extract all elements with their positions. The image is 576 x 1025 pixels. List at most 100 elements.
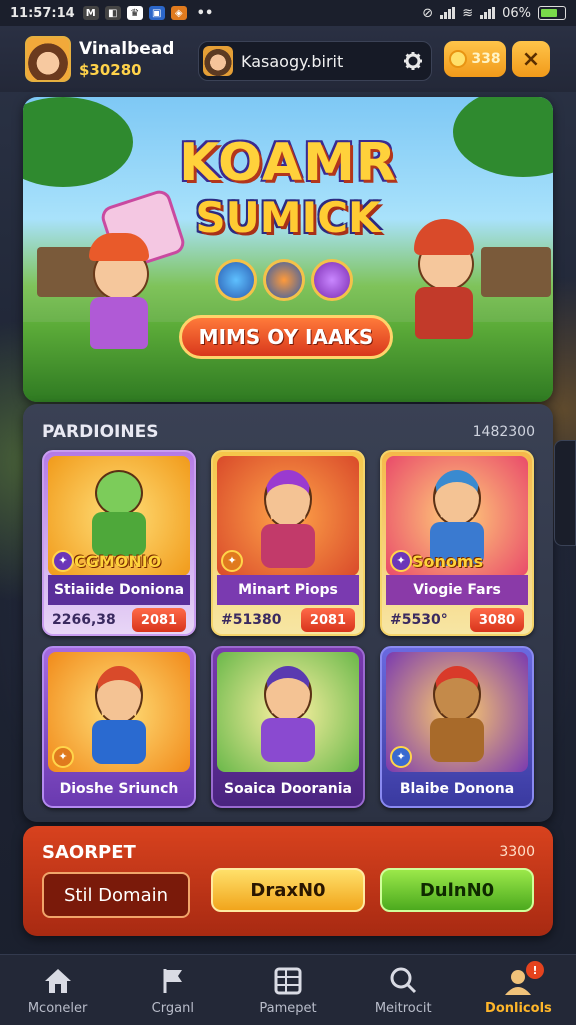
character-body	[92, 512, 146, 556]
character-card[interactable]: ✦ Dioshe Sriunch	[42, 646, 196, 808]
nav-item-profile[interactable]: ! Donlicols	[461, 955, 576, 1025]
character-figure	[256, 470, 320, 568]
signal-icon	[480, 7, 496, 19]
flag-icon	[163, 968, 182, 993]
more-icon: ••	[196, 5, 214, 21]
globe-icon	[311, 259, 353, 301]
nav-label: Meitrocit	[374, 1000, 432, 1016]
hut	[481, 247, 551, 297]
character-head	[95, 666, 143, 724]
character-body	[430, 718, 484, 762]
coin-button[interactable]: 338	[444, 41, 506, 77]
card-price: 2266,38	[52, 612, 116, 628]
domain-input[interactable]: Stil Domain	[42, 872, 190, 918]
orb-row	[215, 259, 353, 301]
character-body	[261, 718, 315, 762]
nav-label: Donlicols	[485, 1000, 552, 1016]
nav-label: Mconeler	[27, 1000, 88, 1016]
coin-button-label: 338	[471, 51, 501, 67]
gear-icon[interactable]	[403, 51, 423, 71]
card-price: #5530°	[390, 612, 448, 628]
card-badge-title: Sonoms	[412, 552, 484, 571]
character-figure	[87, 666, 151, 764]
yellow-action-button[interactable]: DraxN0	[211, 868, 365, 912]
character-right	[414, 219, 474, 339]
coin-icon	[449, 50, 468, 68]
battery-icon	[538, 6, 566, 20]
nav-label: Pamepet	[259, 1000, 317, 1016]
nav-item-organize[interactable]: Crganl	[115, 955, 230, 1025]
collection-value: 1482300	[472, 424, 535, 440]
buy-button[interactable]: 2081	[132, 608, 186, 632]
character-body	[261, 524, 315, 568]
card-price: #51380	[221, 612, 282, 628]
notification-icon: ♛	[126, 6, 143, 20]
close-button[interactable]: ×	[512, 41, 550, 77]
notification-icon: ◧	[104, 6, 121, 20]
user-info: Vinalbead $30280	[79, 39, 174, 79]
card-art: ✦	[48, 652, 190, 772]
character-body	[90, 297, 148, 349]
collection-panel: PARDIOINES 1482300 ✦ CGMONIO Stiaiide Do…	[23, 404, 553, 822]
search-icon	[390, 967, 417, 993]
banner-cta-button[interactable]: MIMS OY IAAKS	[179, 315, 393, 359]
card-name: Blaibe Donona	[399, 781, 515, 797]
avatar[interactable]	[25, 36, 71, 82]
card-art: ✦ CGMONIO	[48, 456, 190, 576]
username: Vinalbead	[79, 39, 175, 59]
green-action-button[interactable]: DulnN0	[380, 868, 534, 912]
buy-button[interactable]: 2081	[301, 608, 355, 632]
nav-item-search[interactable]: Meitrocit	[346, 955, 461, 1025]
card-art	[217, 652, 359, 772]
shop-title: SAORPET	[42, 842, 136, 863]
character-card[interactable]: ✦ Blaibe Donona	[380, 646, 534, 808]
banner-title: KOAMR	[179, 133, 397, 193]
character-head	[95, 470, 143, 516]
character-card[interactable]: ✦ Sonoms Viogie Fars #5530° 3080	[380, 450, 534, 636]
promo-banner[interactable]: KOAMR SUMICK MIMS OY IAAKS	[23, 97, 553, 402]
status-bar: 11:57:14 M ◧ ♛ ▣ ◈ •• ⊘ ≋ 06%	[0, 0, 576, 26]
notification-icon: ◈	[170, 6, 187, 20]
nav-item-home[interactable]: Mconeler	[0, 955, 115, 1025]
nav-item-grid[interactable]: Pamepet	[230, 955, 345, 1025]
card-name: Stiaiide Doniona	[48, 575, 190, 605]
character-head	[264, 666, 312, 722]
character-head	[433, 470, 481, 526]
character-figure	[87, 470, 151, 556]
buy-button[interactable]: 3080	[470, 608, 524, 632]
card-name: Dioshe Sriunch	[59, 781, 179, 797]
bottom-nav: Mconeler Crganl Pamepet Meitrocit ! Donl…	[0, 954, 576, 1025]
globe-icon	[263, 259, 305, 301]
wifi-icon: ≋	[462, 5, 474, 21]
badge-icon: ✦	[221, 550, 243, 572]
battery-percent: 06%	[502, 5, 531, 21]
signal-icon	[440, 7, 456, 19]
card-name: Minart Piops	[217, 575, 359, 605]
character-body	[415, 287, 473, 339]
search-avatar	[203, 46, 233, 76]
badge-icon: ✦	[52, 550, 74, 572]
character-card[interactable]: ✦ Minart Piops #51380 2081	[211, 450, 365, 636]
search-bar[interactable]: Kasaogy.birit	[198, 41, 432, 81]
character-head	[264, 470, 312, 528]
coin-balance: $30280	[79, 61, 142, 79]
close-icon: ×	[521, 46, 541, 72]
search-text: Kasaogy.birit	[241, 51, 344, 71]
badge-icon: ✦	[52, 746, 74, 768]
top-header: Vinalbead $30280 Kasaogy.birit 338 ×	[0, 26, 576, 92]
notification-icon: ▣	[148, 6, 165, 20]
alarm-icon: ⊘	[422, 5, 434, 21]
character-figure	[256, 666, 320, 762]
character-card[interactable]: Soaica Doorania	[211, 646, 365, 808]
badge-icon: ✦	[390, 746, 412, 768]
shop-panel: SAORPET 3300 Stil Domain DraxN0 DulnN0	[23, 826, 553, 936]
shop-value: 3300	[499, 844, 535, 860]
card-name: Soaica Doorania	[224, 781, 352, 797]
collection-title: PARDIOINES	[42, 422, 159, 442]
side-drawer-handle[interactable]	[554, 440, 576, 546]
hat	[89, 233, 149, 261]
card-badge-title: CGMONIO	[74, 552, 162, 571]
character-card[interactable]: ✦ CGMONIO Stiaiide Doniona 2266,38 2081	[42, 450, 196, 636]
notification-icon: M	[82, 6, 99, 20]
grid-icon	[274, 967, 302, 994]
